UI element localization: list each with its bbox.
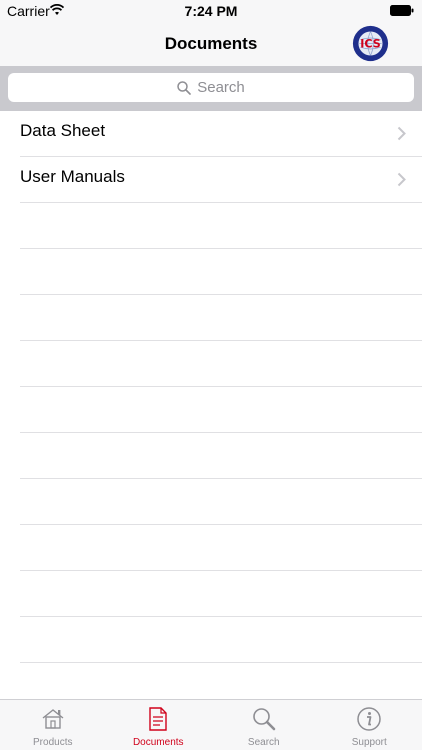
- tab-label: Products: [33, 737, 73, 748]
- status-bar: Carrier 7:24 PM: [0, 0, 422, 22]
- search-placeholder: Search: [197, 79, 245, 96]
- tab-bar: Products Documents Search Support: [0, 699, 422, 750]
- empty-row: [20, 571, 422, 617]
- search-icon: [177, 80, 192, 95]
- battery-icon: [390, 5, 414, 16]
- logo-text: ICS: [360, 38, 380, 51]
- top-bar: Carrier 7:24 PM Documents ICS: [0, 0, 422, 66]
- list-item-label: User Manuals: [20, 167, 125, 186]
- status-time: 7:24 PM: [184, 3, 238, 19]
- document-icon: [149, 707, 167, 731]
- tab-search[interactable]: Search: [211, 700, 317, 750]
- empty-row: [20, 249, 422, 295]
- tab-support[interactable]: Support: [317, 700, 422, 750]
- info-icon: [357, 707, 381, 731]
- list-item-user-manuals[interactable]: User Manuals: [20, 157, 422, 203]
- empty-row: [20, 341, 422, 387]
- house-icon: [42, 709, 64, 729]
- chevron-right-icon: [397, 126, 406, 141]
- ics-logo-icon: ICS: [352, 25, 389, 62]
- tab-label: Search: [247, 737, 280, 748]
- tab-label: Documents: [132, 737, 184, 748]
- chevron-right-icon: [397, 172, 406, 187]
- empty-row: [20, 387, 422, 433]
- empty-row: [20, 479, 422, 525]
- documents-list: Data Sheet User Manuals: [0, 111, 422, 699]
- search-input[interactable]: Search: [8, 73, 414, 102]
- tab-label: Support: [351, 737, 387, 748]
- empty-row: [20, 525, 422, 571]
- empty-row: [20, 203, 422, 249]
- empty-row: [20, 663, 422, 699]
- list-item-data-sheet[interactable]: Data Sheet: [20, 111, 422, 157]
- empty-row: [20, 617, 422, 663]
- empty-row: [20, 295, 422, 341]
- search-bar-area: Search: [0, 66, 422, 111]
- tab-documents[interactable]: Documents: [106, 700, 212, 750]
- empty-row: [20, 433, 422, 479]
- magnifier-icon: [252, 708, 276, 731]
- tab-products[interactable]: Products: [0, 700, 106, 750]
- list-item-label: Data Sheet: [20, 121, 106, 140]
- navigation-bar: Documents ICS: [0, 22, 422, 66]
